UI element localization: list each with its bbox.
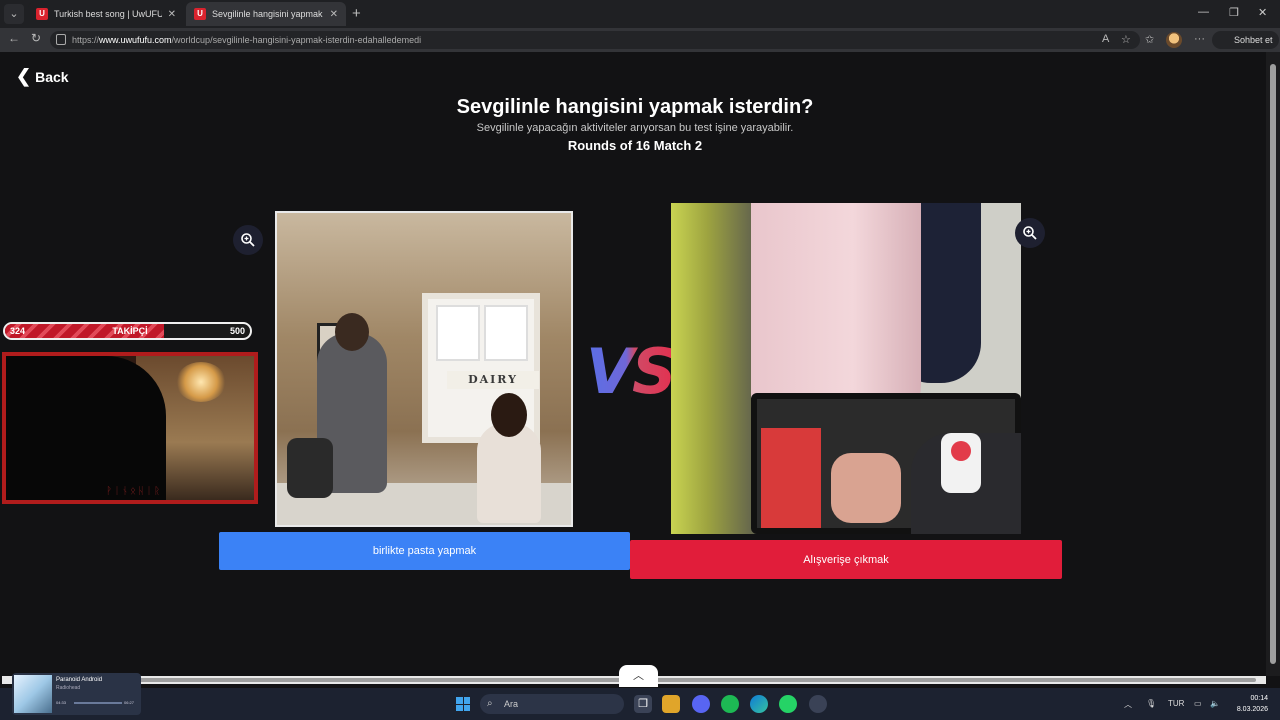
tab-turkish-best-song[interactable]: U Turkish best song | UwUFUFU ✕ — [28, 2, 184, 26]
tab-sevgilinle[interactable]: U Sevgilinle hangisini yapmak isterdin ✕ — [186, 2, 346, 26]
new-tab-button[interactable]: + — [352, 5, 361, 22]
album-art — [14, 675, 52, 713]
close-tab-icon[interactable]: ✕ — [168, 9, 176, 20]
cam-person — [6, 356, 166, 500]
url-field[interactable]: https://www.uwufufu.com/worldcup/sevgili… — [50, 31, 1140, 49]
chevron-left-icon: ❮ — [16, 66, 32, 86]
back-nav-icon[interactable]: ← — [8, 31, 20, 45]
round-indicator: Rounds of 16 Match 2 — [567, 138, 703, 153]
hand — [831, 453, 901, 523]
network-icon[interactable]: ▭ — [1194, 699, 1202, 708]
back-label: Back — [35, 68, 69, 85]
clock-time: 00:14 — [1250, 695, 1268, 702]
dairy-sign: DAIRY — [447, 371, 539, 389]
uwufufu-favicon-icon: U — [36, 8, 48, 20]
vs-label: VS — [586, 335, 677, 408]
edge-icon[interactable] — [750, 695, 768, 713]
taskbar-clock[interactable]: 00:14 8.03.2026 — [1232, 693, 1268, 715]
profile-avatar[interactable] — [1166, 32, 1182, 48]
media-progress[interactable] — [74, 702, 122, 704]
clock-date: 8.03.2026 — [1236, 706, 1268, 713]
tab-title: Turkish best song | UwUFUFU — [54, 9, 162, 19]
page-subtitle: Sevgilinle yapacağın aktiviteler arıyors… — [476, 122, 794, 134]
windows-logo-quad — [456, 704, 463, 711]
microphone-icon[interactable]: 🎙 — [1146, 699, 1156, 708]
more-menu-icon[interactable]: ··· — [1194, 33, 1205, 45]
taskbar-search[interactable]: Ara — [480, 694, 624, 714]
windows-logo-quad — [463, 704, 470, 711]
favorite-star-icon[interactable]: ☆ — [1121, 33, 1131, 46]
chevron-up-icon[interactable]: ︿ — [619, 665, 658, 687]
window-pane — [436, 305, 480, 361]
url-path: /worldcup/sevgilinle-hangisini-yapmak-is… — [171, 35, 422, 45]
media-title: Paranoid Android — [56, 677, 103, 683]
left-choice-button[interactable]: birlikte pasta yapmak — [219, 532, 630, 570]
media-elapsed: 04:33 — [56, 700, 67, 705]
follower-goal-bar: 324 TAKİPÇİ 500 — [3, 322, 252, 340]
restore-icon[interactable]: ❐ — [1229, 6, 1239, 19]
discord-icon[interactable] — [692, 695, 710, 713]
tab-actions-menu[interactable]: ⌄ — [4, 4, 24, 24]
spotify-icon[interactable] — [721, 695, 739, 713]
page-title: Sevgilinle hangisini yapmak isterdin? — [456, 96, 814, 118]
zoom-in-icon — [1023, 226, 1037, 240]
window-pane — [484, 305, 528, 361]
refresh-icon[interactable]: ↻ — [31, 31, 41, 45]
minimize-icon[interactable]: — — [1198, 6, 1209, 18]
whatsapp-icon[interactable] — [779, 695, 797, 713]
scroll-thumb[interactable] — [1270, 64, 1276, 664]
url-prefix: https:// — [72, 35, 100, 45]
file-explorer-icon[interactable] — [662, 695, 680, 713]
tab-title: Sevgilinle hangisini yapmak isterdin — [212, 9, 324, 19]
task-view-icon[interactable]: ❐ — [634, 695, 652, 713]
search-icon: ⌕ — [487, 698, 493, 709]
copilot-chat-button[interactable]: Sohbet et — [1212, 31, 1279, 49]
zoom-right-button[interactable] — [1015, 218, 1045, 248]
read-aloud-icon[interactable]: A — [1102, 33, 1109, 45]
zoom-left-button[interactable] — [233, 225, 263, 255]
cam-rune-tag: ᚹᛁᚾᛟᚺᛁᚱ — [106, 486, 162, 497]
webcam-overlay: ᚹᛁᚾᛟᚺᛁᚱ — [2, 352, 258, 504]
right-choice-image[interactable] — [671, 203, 1021, 534]
media-widget[interactable]: Paranoid Android Radiohead 04:33 06:27 — [12, 673, 141, 715]
vertical-scrollbar[interactable] — [1266, 52, 1280, 676]
media-artist: Radiohead — [56, 685, 81, 691]
right-choice-button[interactable]: Alışverişe çıkmak — [630, 540, 1062, 579]
woman-head — [491, 393, 527, 437]
windows-logo-quad — [463, 697, 470, 704]
zoom-in-icon — [241, 233, 255, 247]
basket-item — [761, 428, 821, 528]
site-info-icon[interactable] — [56, 34, 66, 45]
woman-figure — [477, 423, 541, 523]
back-button[interactable]: ❮ Back — [16, 66, 69, 87]
steelseries-icon[interactable] — [809, 695, 827, 713]
store-shelf — [671, 203, 761, 534]
windows-logo-quad — [456, 697, 463, 704]
volume-icon[interactable]: 🔈 — [1210, 699, 1220, 708]
start-button[interactable] — [456, 697, 470, 711]
follower-goal: 500 — [229, 326, 245, 336]
follower-label: TAKİPÇİ — [112, 326, 148, 336]
left-choice-image[interactable]: DAIRY — [275, 211, 573, 527]
url-host: www.uwufufu.com — [99, 35, 172, 45]
tray-overflow-icon[interactable]: ︿ — [1124, 699, 1132, 710]
uwufufu-favicon-icon: U — [194, 8, 206, 20]
cam-lamp — [176, 362, 226, 402]
language-indicator[interactable]: TUR — [1168, 699, 1184, 708]
stand-mixer — [287, 438, 333, 498]
favorites-list-icon[interactable]: ✩ — [1145, 33, 1154, 46]
bottle-label — [951, 441, 971, 461]
close-window-icon[interactable]: ✕ — [1258, 6, 1267, 19]
media-total: 06:27 — [124, 700, 135, 705]
man-head — [335, 313, 369, 351]
close-tab-icon[interactable]: ✕ — [330, 9, 338, 20]
milk-bottle — [941, 433, 981, 493]
